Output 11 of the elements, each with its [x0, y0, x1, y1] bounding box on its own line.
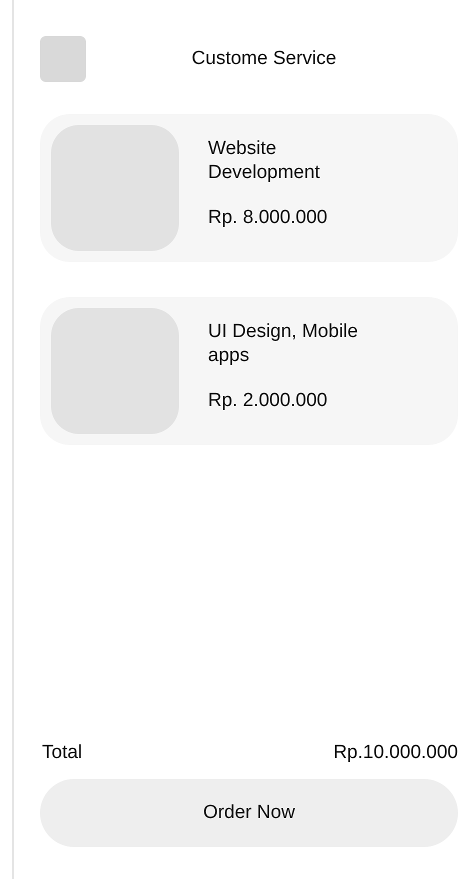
order-button[interactable]: Order Now — [40, 779, 458, 847]
service-title: Website Development — [208, 137, 321, 185]
service-card[interactable]: Website Development Rp. 8.000.000 — [40, 114, 458, 262]
page-title: Custome Service — [190, 48, 338, 70]
service-card[interactable]: UI Design, Mobile apps Rp. 2.000.000 — [40, 297, 458, 445]
total-value: Rp.10.000.000 — [333, 742, 458, 764]
service-title: UI Design, Mobile apps — [208, 320, 359, 368]
service-price: Rp. 2.000.000 — [208, 390, 328, 412]
image-placeholder — [40, 36, 86, 82]
service-price: Rp. 8.000.000 — [208, 207, 328, 229]
total-label: Total — [42, 742, 82, 764]
